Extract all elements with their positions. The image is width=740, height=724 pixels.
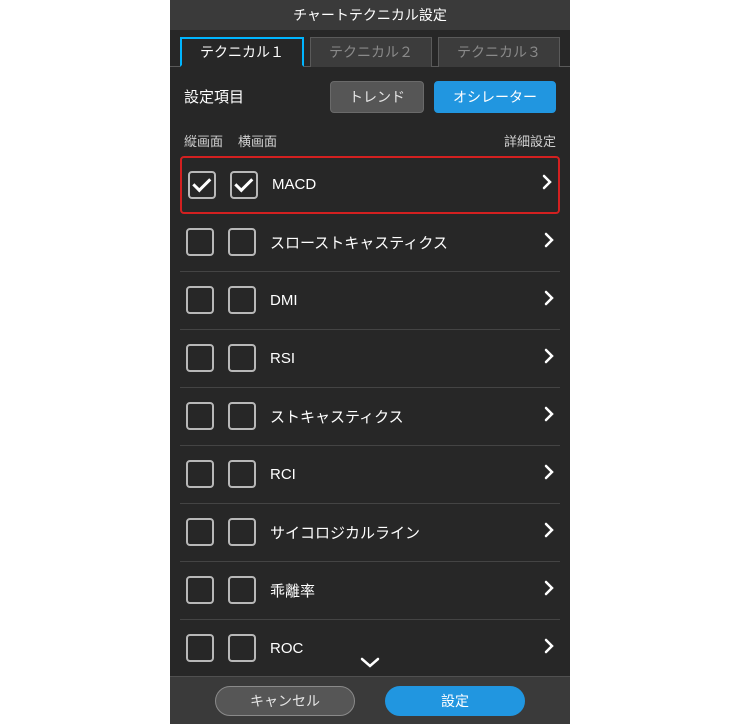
list-item[interactable]: RSI xyxy=(180,330,560,388)
checkbox-portrait[interactable] xyxy=(186,634,214,662)
list-item-label: MACD xyxy=(272,176,528,193)
checkbox-landscape[interactable] xyxy=(228,460,256,488)
tab-bar: テクニカル１ テクニカル２ テクニカル３ xyxy=(170,30,570,67)
list-item-label: RSI xyxy=(270,350,530,367)
checkbox-landscape[interactable] xyxy=(228,634,256,662)
checkbox-landscape[interactable] xyxy=(228,286,256,314)
list-item-label: ストキャスティクス xyxy=(270,406,530,427)
tab-technical-3[interactable]: テクニカル３ xyxy=(438,37,560,67)
list-item-label: DMI xyxy=(270,292,530,309)
indicator-list: MACD スローストキャスティクス DMI RSI ストキャスティクス RCI サイコロジカ… xyxy=(170,156,570,676)
header-detail: 詳細設定 xyxy=(504,131,556,150)
chevron-down-icon xyxy=(360,657,380,669)
segment-trend[interactable]: トレンド xyxy=(330,81,424,113)
list-header: 縦画面 横画面 詳細設定 xyxy=(170,127,570,156)
chevron-right-icon xyxy=(544,464,554,485)
checkbox-portrait[interactable] xyxy=(186,460,214,488)
app-window: チャートテクニカル設定 テクニカル１ テクニカル２ テクニカル３ 設定項目 トレ… xyxy=(170,0,570,724)
tab-technical-1[interactable]: テクニカル１ xyxy=(180,37,304,67)
checkbox-portrait[interactable] xyxy=(186,286,214,314)
chevron-right-icon xyxy=(544,580,554,601)
settings-row: 設定項目 トレンド オシレーター xyxy=(170,67,570,127)
tab-technical-2[interactable]: テクニカル２ xyxy=(310,37,432,67)
settings-label: 設定項目 xyxy=(184,86,320,107)
chevron-right-icon xyxy=(542,174,552,195)
list-item[interactable]: 乖離率 xyxy=(180,562,560,620)
cancel-button[interactable]: キャンセル xyxy=(215,686,355,716)
checkbox-landscape[interactable] xyxy=(230,171,258,199)
page-title: チャートテクニカル設定 xyxy=(293,5,447,25)
checkbox-portrait[interactable] xyxy=(186,402,214,430)
list-item[interactable]: サイコロジカルライン xyxy=(180,504,560,562)
confirm-button[interactable]: 設定 xyxy=(385,686,525,716)
segment-oscillator[interactable]: オシレーター xyxy=(434,81,556,113)
list-item[interactable]: ストキャスティクス xyxy=(180,388,560,446)
checkbox-landscape[interactable] xyxy=(228,344,256,372)
checkbox-portrait[interactable] xyxy=(186,576,214,604)
checkbox-landscape[interactable] xyxy=(228,228,256,256)
checkbox-landscape[interactable] xyxy=(228,402,256,430)
button-label: キャンセル xyxy=(250,691,320,711)
checkbox-portrait[interactable] xyxy=(188,171,216,199)
chevron-right-icon xyxy=(544,638,554,659)
footer-bar: キャンセル 設定 xyxy=(170,676,570,724)
title-bar: チャートテクニカル設定 xyxy=(170,0,570,30)
chevron-right-icon xyxy=(544,522,554,543)
header-landscape: 横画面 xyxy=(238,131,504,150)
checkbox-portrait[interactable] xyxy=(186,228,214,256)
tab-label: テクニカル１ xyxy=(200,42,284,62)
checkbox-portrait[interactable] xyxy=(186,518,214,546)
segment-label: オシレーター xyxy=(453,87,537,107)
checkbox-portrait[interactable] xyxy=(186,344,214,372)
list-item[interactable]: スローストキャスティクス xyxy=(180,214,560,272)
chevron-right-icon xyxy=(544,348,554,369)
checkbox-landscape[interactable] xyxy=(228,576,256,604)
list-item-label: スローストキャスティクス xyxy=(270,232,530,253)
tab-label: テクニカル３ xyxy=(457,42,541,62)
chevron-right-icon xyxy=(544,290,554,311)
list-item-label: 乖離率 xyxy=(270,580,530,601)
tab-label: テクニカル２ xyxy=(329,42,413,62)
list-item-label: RCI xyxy=(270,466,530,483)
list-item-label: サイコロジカルライン xyxy=(270,522,530,543)
list-item[interactable]: DMI xyxy=(180,272,560,330)
chevron-right-icon xyxy=(544,232,554,253)
list-item-label: ROC xyxy=(270,640,530,657)
list-item[interactable]: RCI xyxy=(180,446,560,504)
segment-label: トレンド xyxy=(349,87,405,107)
header-portrait: 縦画面 xyxy=(184,131,238,150)
scroll-indicator[interactable] xyxy=(360,656,380,674)
chevron-right-icon xyxy=(544,406,554,427)
button-label: 設定 xyxy=(441,691,469,711)
checkbox-landscape[interactable] xyxy=(228,518,256,546)
list-item[interactable]: MACD xyxy=(180,156,560,214)
